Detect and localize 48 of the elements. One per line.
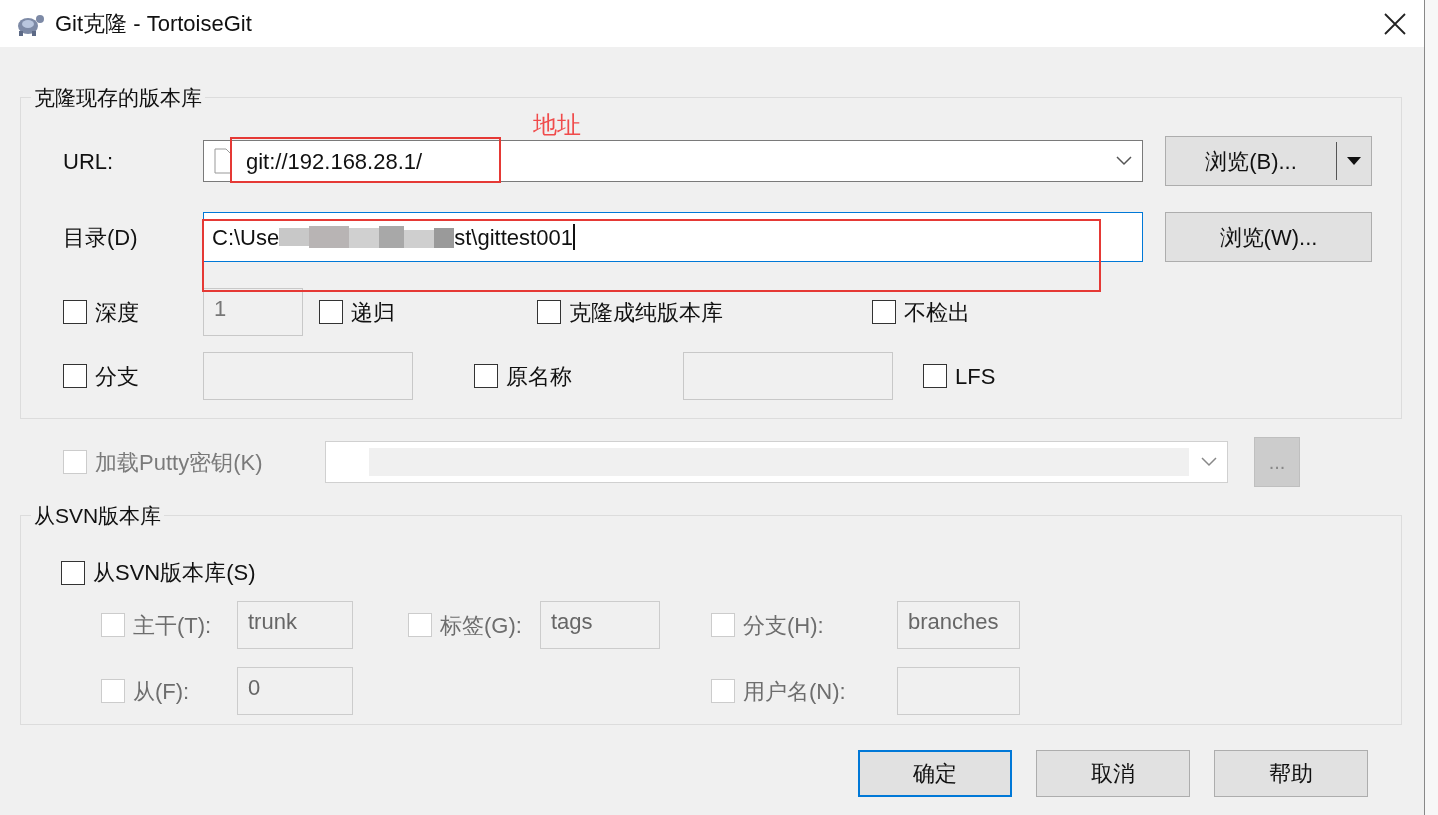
putty-key-label: 加载Putty密钥(K) [95,448,263,477]
text-field[interactable]: 1 [203,288,303,336]
checkbox-label: 递归 [351,298,395,327]
checkbox[interactable] [319,300,343,324]
file-icon [214,148,232,174]
checkbox[interactable] [61,560,85,585]
directory-label: 目录(D) [63,223,139,252]
text-field[interactable] [203,352,413,400]
checkbox-label: 从(F): [133,677,190,706]
group-title: 克隆现存的版本库 [31,85,205,111]
annotation-note: 地址 [533,110,581,140]
chevron-down-icon [1201,457,1217,467]
checkbox-label: 分支(H): [743,611,824,640]
checkbox-label: 不检出 [904,298,970,327]
directory-value-start: C:\Use [212,223,280,252]
checkbox[interactable] [872,300,896,324]
url-combobox[interactable]: git://192.168.28.1/ [203,140,1143,182]
checkbox-label: 克隆成纯版本库 [569,298,723,327]
group-title: 从SVN版本库 [31,503,165,529]
checkbox-label: 原名称 [506,362,572,391]
chevron-down-icon [1116,156,1132,166]
checkbox-label: 从SVN版本库(S) [93,559,256,587]
browse-button[interactable]: 浏览(W)... [1165,212,1372,262]
text-field[interactable] [683,352,893,400]
text-field[interactable] [897,667,1020,715]
checkbox-label: 主干(T): [133,611,212,640]
checkbox-label: 用户名(N): [743,677,846,706]
checkbox[interactable] [474,364,498,388]
checkbox-label: LFS [955,362,996,391]
checkbox-label: 深度 [95,298,139,327]
dialog-button[interactable]: 帮助 [1214,750,1368,797]
dialog-button[interactable]: 确定 [858,750,1012,797]
checkbox[interactable] [63,300,87,324]
browse-split-button[interactable]: 浏览(B)... [1165,136,1372,186]
dialog-button[interactable]: 取消 [1036,750,1190,797]
url-value: git://192.168.28.1/ [246,147,423,176]
directory-value-end: st\gittest001 [454,223,573,252]
window-title: Git克隆 - TortoiseGit [55,10,252,38]
checkbox-label: 分支 [95,362,139,391]
checkbox[interactable] [63,364,87,388]
checkbox-label: 标签(G): [440,611,522,640]
dropdown-arrow-icon[interactable] [1347,157,1361,165]
checkbox[interactable] [923,364,947,388]
checkbox[interactable] [537,300,561,324]
text-cursor [572,224,575,250]
url-label: URL: [63,147,115,176]
close-icon[interactable] [1384,12,1406,35]
directory-field[interactable]: C:\Use st\gittest001 [203,212,1143,262]
